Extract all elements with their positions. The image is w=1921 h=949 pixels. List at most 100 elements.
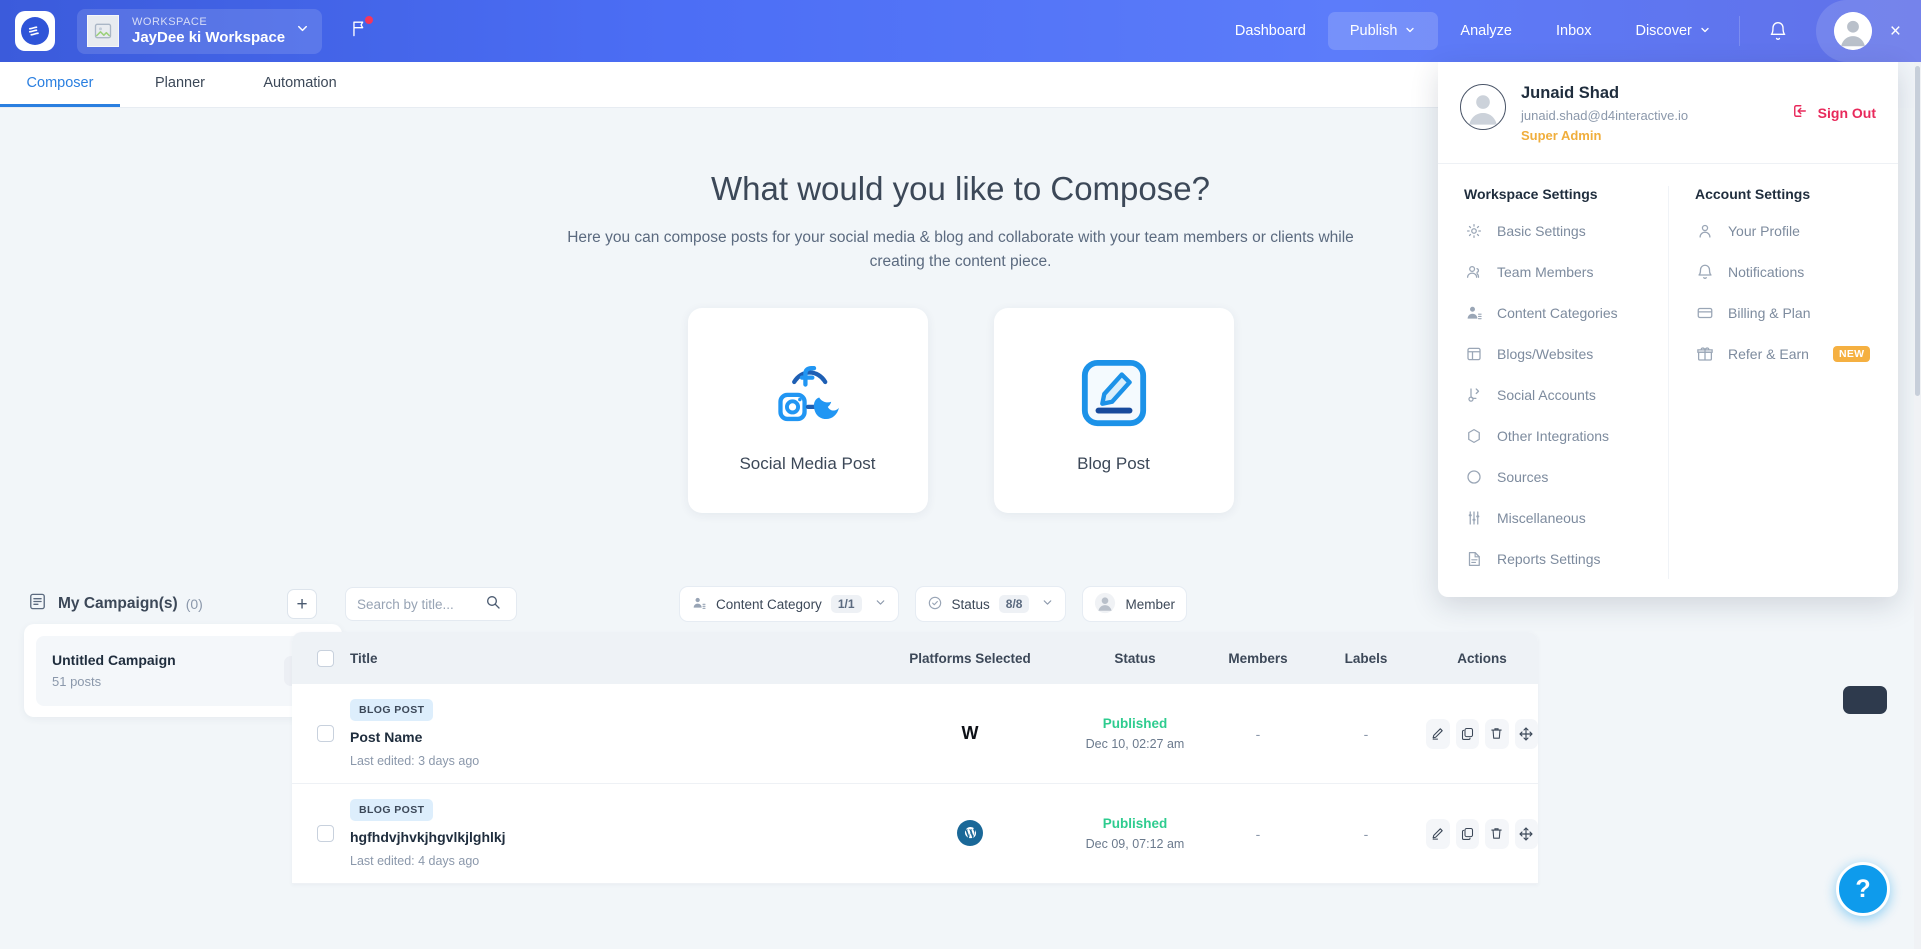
notifications-button[interactable] — [1746, 21, 1810, 41]
move-icon — [1519, 726, 1533, 741]
status-check-icon — [927, 595, 943, 614]
row-labels-cell: - — [1363, 825, 1369, 842]
menu-item-basic-settings[interactable]: Basic Settings — [1460, 210, 1646, 251]
post-title[interactable]: Post Name — [350, 729, 880, 745]
filter-label: Content Category — [716, 596, 822, 612]
help-button[interactable]: ? — [1836, 862, 1890, 916]
filter-member[interactable]: Member — [1082, 586, 1187, 622]
row-checkbox[interactable] — [316, 725, 334, 742]
row-status-cell: Published Dec 10, 02:27 am — [1060, 716, 1210, 751]
duplicate-post-button[interactable] — [1455, 718, 1479, 749]
menu-item-social-accounts[interactable]: Social Accounts — [1460, 374, 1646, 415]
menu-item-content-categories[interactable]: Content Categories — [1460, 292, 1646, 333]
tab-planner[interactable]: Planner — [120, 62, 240, 107]
flag-button[interactable] — [350, 16, 374, 43]
search-input[interactable] — [357, 596, 485, 612]
user-icon — [1695, 221, 1714, 240]
status-date: Dec 10, 02:27 am — [1085, 737, 1185, 751]
delete-post-button[interactable] — [1485, 818, 1509, 849]
chevron-down-icon — [1404, 24, 1416, 39]
filter-label: Member — [1125, 596, 1175, 612]
nav-link-inbox[interactable]: Inbox — [1534, 12, 1613, 50]
workspace-thumbnail — [87, 15, 119, 47]
nav-link-discover[interactable]: Discover — [1613, 12, 1732, 50]
bell-icon — [1695, 262, 1714, 281]
menu-item-team-members[interactable]: Team Members — [1460, 251, 1646, 292]
campaign-header: My Campaign(s) (0) + — [0, 589, 345, 619]
row-select-cell — [292, 725, 350, 742]
row-platform-cell — [880, 819, 1060, 848]
menu-item-notifications[interactable]: Notifications — [1691, 251, 1876, 292]
app-logo[interactable] — [15, 11, 55, 51]
delete-post-button[interactable] — [1485, 718, 1509, 749]
menu-item-billing-plan[interactable]: Billing & Plan — [1691, 292, 1876, 333]
sign-out-label: Sign Out — [1817, 104, 1876, 121]
edit-post-button[interactable] — [1426, 818, 1450, 849]
person-tag-icon — [1464, 303, 1483, 322]
tab-label: Composer — [26, 75, 94, 91]
menu-item-other-integrations[interactable]: Other Integrations — [1460, 415, 1646, 456]
page-scrollbar-thumb[interactable] — [1915, 66, 1920, 396]
top-navigation-bar: WORKSPACE JayDee ki Workspace Dashboard … — [0, 0, 1921, 62]
user-avatar-button[interactable] — [1833, 12, 1872, 50]
page-description: Here you can compose posts for your soci… — [567, 229, 1354, 271]
row-checkbox[interactable] — [316, 825, 334, 842]
col-members: Members — [1228, 650, 1288, 666]
circle-icon — [1464, 467, 1483, 486]
social-network-icon — [765, 348, 851, 440]
move-post-button[interactable] — [1514, 718, 1538, 749]
account-settings-column: Account Settings Your Profile Notificati… — [1668, 186, 1898, 579]
tab-composer[interactable]: Composer — [0, 62, 120, 107]
menu-item-label: Miscellaneous — [1497, 509, 1586, 526]
nav-link-publish[interactable]: Publish — [1327, 12, 1439, 50]
blog-post-card[interactable]: Blog Post — [993, 308, 1234, 514]
move-post-button[interactable] — [1514, 818, 1538, 849]
close-panel-button[interactable]: × — [1890, 22, 1901, 41]
duplicate-post-button[interactable] — [1455, 818, 1479, 849]
menu-item-sources[interactable]: Sources — [1460, 456, 1646, 497]
menu-item-reports-settings[interactable]: Reports Settings — [1460, 538, 1646, 579]
filter-status[interactable]: Status 8/8 — [914, 586, 1067, 622]
row-title-cell: BLOG POST Post Name Last edited: 3 days … — [350, 699, 880, 768]
post-last-edited: Last edited: 4 days ago — [350, 854, 480, 868]
add-campaign-button[interactable]: + — [287, 589, 317, 619]
table-row[interactable]: BLOG POST Post Name Last edited: 3 days … — [292, 684, 1538, 784]
nav-label: Dashboard — [1234, 23, 1306, 39]
menu-item-refer-earn[interactable]: Refer & Earn NEW — [1691, 333, 1876, 374]
tab-label: Automation — [263, 75, 337, 91]
table-row[interactable]: BLOG POST hgfhdvjhvkjhgvlkjlghlkj Last e… — [292, 784, 1538, 884]
menu-item-your-profile[interactable]: Your Profile — [1691, 210, 1876, 251]
nav-link-dashboard[interactable]: Dashboard — [1213, 12, 1328, 50]
contentstudio-logo-icon — [21, 17, 49, 45]
primary-nav-links: Dashboard Publish Analyze Inbox Discover — [1213, 0, 1921, 62]
menu-item-blogs-websites[interactable]: Blogs/Websites — [1460, 333, 1646, 374]
member-avatar-icon — [1094, 592, 1116, 617]
gear-icon — [1464, 221, 1483, 240]
search-container[interactable] — [345, 587, 517, 621]
menu-item-label: Reports Settings — [1497, 550, 1601, 567]
campaign-item-untitled[interactable]: Untitled Campaign 51 posts — [36, 635, 330, 706]
sign-out-button[interactable]: Sign Out — [1791, 84, 1876, 123]
workspace-label: WORKSPACE — [132, 16, 208, 29]
filter-content-category[interactable]: Content Category 1/1 — [679, 586, 899, 622]
people-icon — [1464, 262, 1483, 281]
tab-automation[interactable]: Automation — [240, 62, 360, 107]
chevron-down-icon — [1699, 24, 1711, 39]
row-members-cell: - — [1255, 725, 1261, 742]
post-title[interactable]: hgfhdvjhvkjhgvlkjlghlkj — [350, 829, 880, 845]
col-actions: Actions — [1457, 650, 1507, 666]
social-media-post-card[interactable]: Social Media Post — [687, 308, 928, 514]
blog-pencil-icon — [1079, 348, 1149, 440]
menu-item-miscellaneous[interactable]: Miscellaneous — [1460, 497, 1646, 538]
dropdown-columns: Workspace Settings Basic Settings Team M… — [1438, 164, 1898, 585]
search-icon[interactable] — [485, 594, 501, 615]
nav-link-analyze[interactable]: Analyze — [1438, 12, 1534, 50]
col-platforms: Platforms Selected — [909, 650, 1031, 666]
workspace-selector[interactable]: WORKSPACE JayDee ki Workspace — [77, 8, 323, 54]
menu-item-label: Social Accounts — [1497, 386, 1596, 403]
user-role: Super Admin — [1521, 128, 1602, 143]
hidden-toolbar-button[interactable] — [1843, 686, 1887, 714]
edit-post-button[interactable] — [1426, 718, 1450, 749]
select-all-checkbox[interactable] — [316, 649, 334, 667]
filter-count: 8/8 — [998, 595, 1030, 613]
